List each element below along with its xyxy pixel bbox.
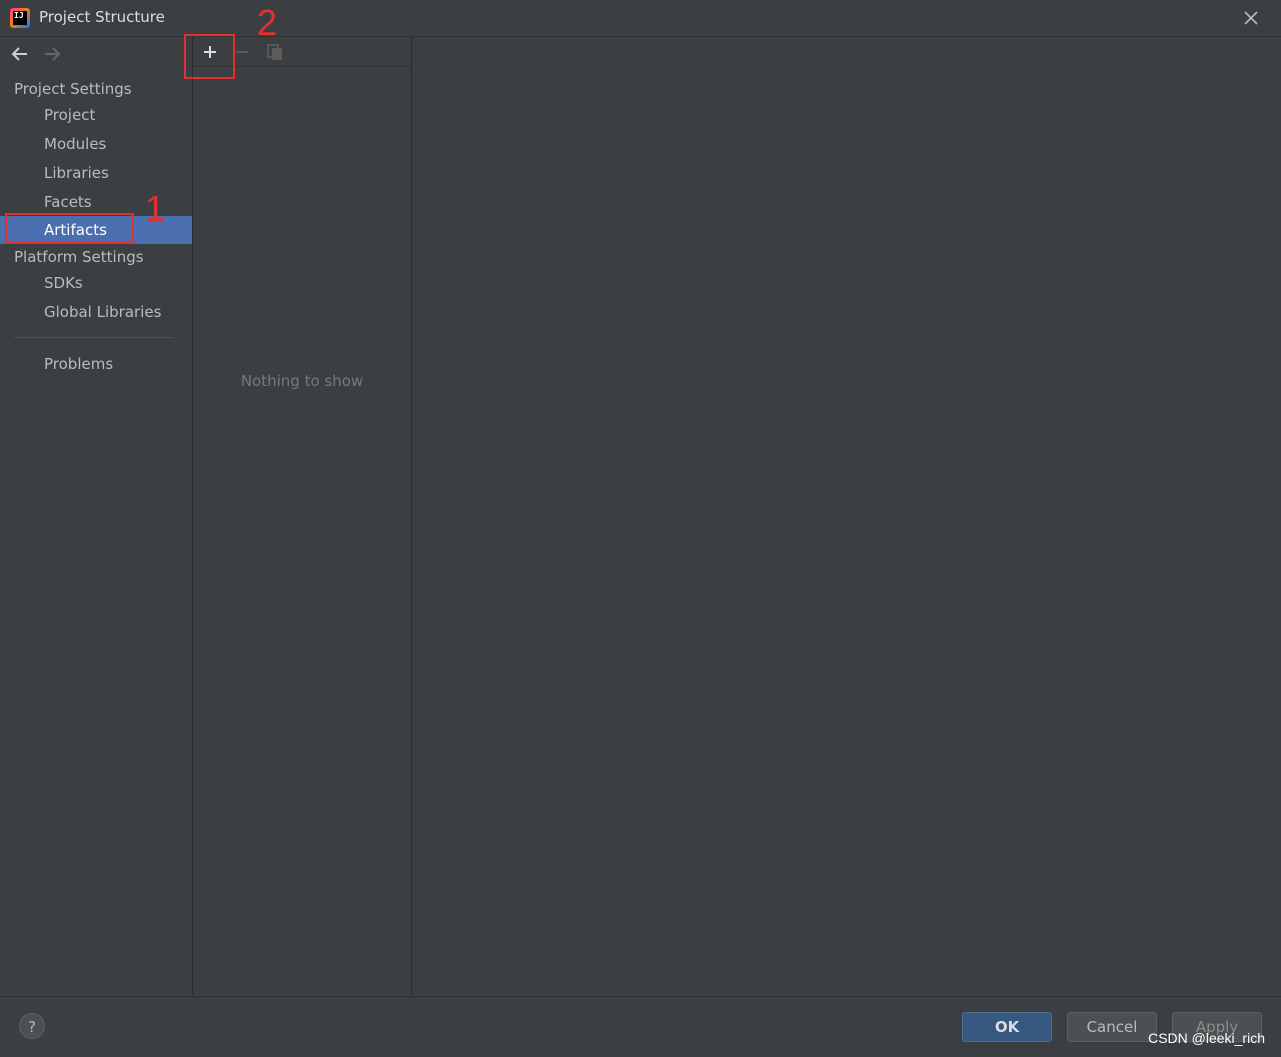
sidebar-divider <box>14 337 174 338</box>
empty-list-message: Nothing to show <box>240 372 364 390</box>
detail-pane <box>412 37 1281 995</box>
watermark: CSDN @leeki_rich <box>1148 1030 1265 1046</box>
window-title: Project Structure <box>39 8 165 26</box>
sidebar-item-problems[interactable]: Problems <box>0 350 192 378</box>
annotation-box-artifacts <box>5 213 134 244</box>
intellij-app-icon: IJ <box>10 8 30 28</box>
annotation-number-1: 1 <box>145 188 166 229</box>
artifacts-list-pane: Nothing to show <box>193 37 412 995</box>
sidebar-item-label: Global Libraries <box>44 303 162 321</box>
annotation-number-2: 2 <box>257 2 278 43</box>
sidebar-item-modules[interactable]: Modules <box>0 130 192 158</box>
title-bar: IJ Project Structure <box>0 0 1281 37</box>
section-header-platform-settings: Platform Settings <box>14 248 144 266</box>
ok-button[interactable]: OK <box>962 1012 1052 1042</box>
annotation-box-add <box>184 34 235 79</box>
close-icon[interactable] <box>1239 6 1263 30</box>
sidebar-item-libraries[interactable]: Libraries <box>0 159 192 187</box>
copy-icon[interactable] <box>264 41 286 63</box>
section-header-project-settings: Project Settings <box>14 80 132 98</box>
sidebar-item-global-libraries[interactable]: Global Libraries <box>0 298 192 326</box>
sidebar-item-sdks[interactable]: SDKs <box>0 269 192 297</box>
sidebar-item-label: Libraries <box>44 164 109 182</box>
back-arrow-icon[interactable] <box>10 44 32 64</box>
sidebar-item-label: Project <box>44 106 96 124</box>
sidebar-item-label: Modules <box>44 135 107 153</box>
sidebar-item-label: Problems <box>44 355 114 373</box>
sidebar-item-label: Facets <box>44 193 92 211</box>
settings-sidebar: Project Settings Project Modules Librari… <box>0 37 193 995</box>
cancel-button[interactable]: Cancel <box>1067 1012 1157 1042</box>
help-button[interactable]: ? <box>19 1013 45 1039</box>
forward-arrow-icon[interactable] <box>42 44 64 64</box>
sidebar-item-label: SDKs <box>44 274 83 292</box>
dialog-footer: ? OK Cancel Apply <box>0 996 1281 1057</box>
sidebar-item-project[interactable]: Project <box>0 101 192 129</box>
